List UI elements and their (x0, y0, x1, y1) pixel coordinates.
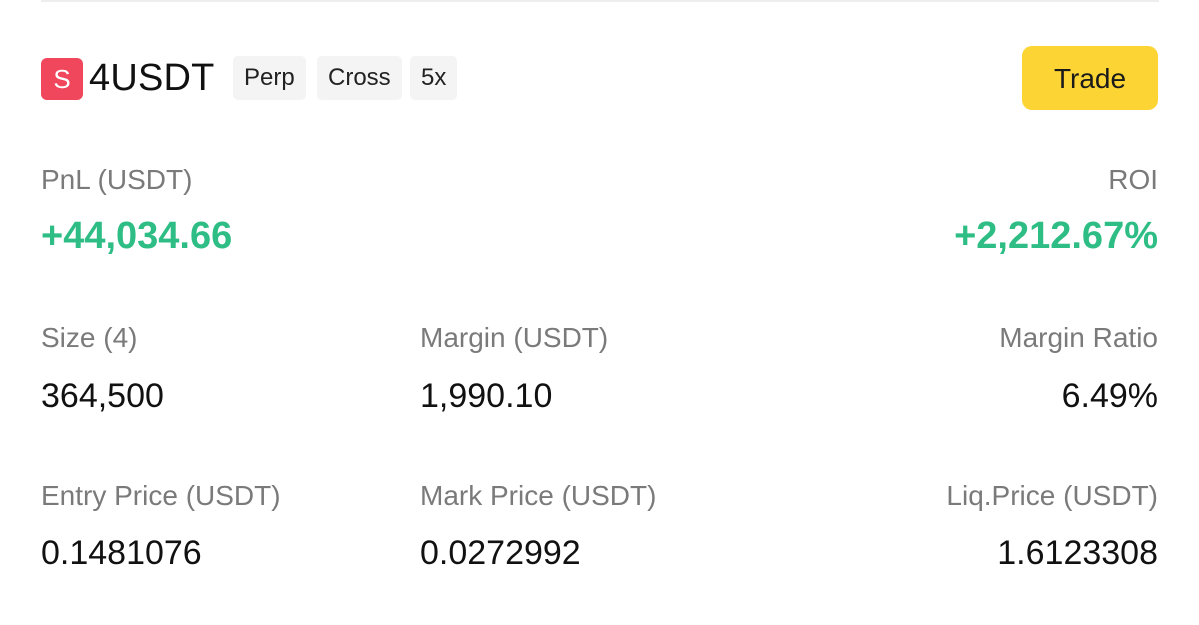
trade-button[interactable]: Trade (1022, 46, 1158, 110)
margin-mode-tag[interactable]: Cross (317, 56, 402, 100)
liq-price-value: 1.6123308 (997, 534, 1158, 572)
roi-label: ROI (1108, 164, 1158, 195)
entry-price-value: 0.1481076 (41, 534, 202, 572)
short-side-badge: S (41, 58, 83, 100)
top-divider (41, 0, 1159, 2)
mark-price-value: 0.0272992 (420, 534, 581, 572)
pnl-value: +44,034.66 (41, 215, 233, 257)
size-value: 364,500 (41, 377, 164, 415)
position-header: S 4USDT Perp Cross 5x Trade (41, 46, 1158, 110)
leverage-tag[interactable]: 5x (410, 56, 458, 100)
symbol-name[interactable]: 4USDT (89, 55, 215, 101)
size-label: Size (4) (41, 322, 138, 353)
roi-value: +2,212.67% (954, 215, 1158, 257)
margin-ratio-label: Margin Ratio (999, 322, 1158, 353)
pnl-label: PnL (USDT) (41, 164, 193, 195)
contract-type-tag: Perp (233, 56, 306, 100)
margin-ratio-value: 6.49% (1061, 377, 1158, 415)
entry-price-label: Entry Price (USDT) (41, 480, 281, 511)
margin-value: 1,990.10 (420, 377, 553, 415)
margin-label: Margin (USDT) (420, 322, 609, 353)
liq-price-label: Liq.Price (USDT) (946, 480, 1158, 511)
mark-price-label: Mark Price (USDT) (420, 480, 657, 511)
